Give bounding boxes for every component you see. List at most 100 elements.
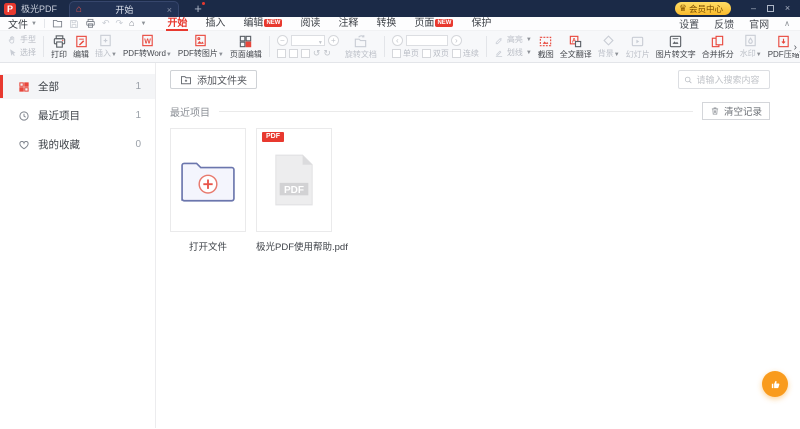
rotate-document-button[interactable]: 旋转文档: [342, 32, 380, 61]
add-folder-button[interactable]: 添加文件夹: [170, 70, 257, 89]
watermark-button[interactable]: 水印▼: [737, 32, 765, 61]
new-tab-button[interactable]: +: [191, 2, 206, 15]
toolbar-expand-chevron[interactable]: ›: [791, 42, 799, 53]
open-file-card[interactable]: 打开文件: [170, 128, 246, 253]
toolbar: 手型 选择 打印 编辑 插入▼ W PDF转Word▼ PDF转图片▼ 页面编辑…: [0, 31, 800, 63]
insert-button[interactable]: 插入▼: [92, 32, 120, 61]
single-page-view-button[interactable]: 单页: [391, 49, 419, 59]
divider: [219, 110, 693, 112]
search-box[interactable]: [678, 70, 770, 89]
tab-label: 开始: [115, 5, 134, 15]
background-button[interactable]: 背景▼: [595, 32, 623, 61]
zoom-controls: − ▼ + ↺ ↻: [274, 32, 342, 61]
chevron-down-icon[interactable]: ▼: [140, 21, 146, 27]
page-number-input[interactable]: [405, 34, 448, 46]
sidebar-item-favorites[interactable]: 我的收藏 0: [0, 132, 155, 157]
tab-annotate[interactable]: 注释: [329, 17, 367, 31]
divider: [43, 19, 45, 28]
member-center-button[interactable]: ♛ 会员中心: [674, 2, 731, 15]
highlight-pen-icon: [495, 37, 502, 45]
edit-button[interactable]: 编辑: [70, 32, 92, 61]
actual-size-button[interactable]: [276, 49, 286, 58]
word-document-icon: W: [142, 34, 153, 47]
next-page-button[interactable]: ›: [450, 34, 462, 46]
select-tool-button[interactable]: 选择: [7, 48, 36, 58]
fit-width-button[interactable]: [300, 49, 310, 58]
card-label: 打开文件: [188, 242, 227, 253]
single-page-icon: [391, 49, 401, 58]
sidebar-item-count: 0: [135, 139, 141, 150]
underline-button[interactable]: 划线 ▼: [494, 48, 532, 58]
redo-icon[interactable]: ↷: [116, 19, 124, 28]
tab-protect[interactable]: 保护: [462, 17, 500, 31]
file-menu-label: 文件: [8, 20, 28, 31]
merge-split-button[interactable]: 合并拆分: [699, 32, 737, 61]
hand-tool-button[interactable]: 手型: [7, 35, 36, 45]
tab-edit[interactable]: 编辑 NEW: [234, 17, 291, 31]
file-menu[interactable]: 文件 ▼: [8, 16, 37, 31]
caret-icon: ▼: [317, 40, 323, 46]
folder-plus-icon: [181, 75, 191, 84]
zoom-out-button[interactable]: −: [276, 35, 288, 46]
undo-icon[interactable]: ↶: [102, 19, 110, 28]
tab-convert[interactable]: 转换: [367, 17, 405, 31]
home-icon[interactable]: ⌂: [129, 19, 134, 28]
rotate-right-icon[interactable]: ↻: [323, 49, 331, 58]
screenshot-button[interactable]: 截图: [535, 32, 557, 61]
maximize-button[interactable]: [762, 0, 779, 17]
settings-button[interactable]: 设置: [679, 16, 699, 31]
pointer-tools: 手型 选择: [4, 32, 39, 61]
sidebar-item-all[interactable]: 全部 1: [0, 74, 155, 99]
official-site-button[interactable]: 官网: [749, 16, 769, 31]
sidebar-item-recent[interactable]: 最近项目 1: [0, 103, 155, 128]
image-document-icon: [195, 34, 207, 47]
collapse-ribbon-icon[interactable]: ∧: [784, 19, 790, 28]
previous-page-button[interactable]: ‹: [391, 34, 403, 46]
ribbon-tabs: 开始 插入 编辑 NEW 阅读 注释 转换 页面 NEW 保护: [158, 17, 500, 31]
save-icon[interactable]: [69, 19, 79, 29]
section-header: 最近项目 清空记录: [170, 102, 770, 120]
tab-page[interactable]: 页面 NEW: [405, 17, 462, 31]
highlight-button[interactable]: 高亮 ▼: [494, 35, 532, 45]
tab-close-icon[interactable]: ×: [167, 5, 172, 15]
full-text-translate-button[interactable]: A 全文翻译: [557, 32, 595, 61]
fit-page-button[interactable]: [288, 49, 298, 58]
zoom-level-combobox[interactable]: ▼: [290, 35, 325, 46]
tab-home[interactable]: 开始: [158, 17, 196, 31]
document-tab-home[interactable]: ⌂ 开始 ×: [69, 1, 180, 17]
clear-records-button[interactable]: 清空记录: [701, 102, 770, 120]
clock-icon: [18, 110, 30, 122]
caret-icon: ▼: [613, 52, 620, 58]
app-window: P 极光PDF ⌂ 开始 × + ♛ 会员中心 – × 文件 ▼ ↶ ↷ ⌂ ▼…: [0, 0, 800, 429]
open-file-icon[interactable]: [52, 18, 63, 29]
tab-insert[interactable]: 插入: [196, 17, 234, 31]
pdf-file-card[interactable]: PDF PDF 极光PDF使用帮助.pdf: [256, 128, 348, 253]
heart-icon: [18, 139, 30, 151]
pdf-to-word-button[interactable]: W PDF转Word▼: [120, 32, 175, 61]
slideshow-play-icon: [632, 36, 644, 47]
minimize-button[interactable]: –: [745, 0, 762, 17]
image-to-text-button[interactable]: 图片转文字: [653, 32, 699, 61]
continuous-view-button[interactable]: 连续: [451, 49, 479, 59]
feedback-fab-button[interactable]: [762, 371, 788, 397]
title-bar: P 极光PDF ⌂ 开始 × + ♛ 会员中心 – ×: [0, 0, 800, 17]
search-input[interactable]: [696, 74, 764, 85]
pdf-to-image-button[interactable]: PDF转图片▼: [175, 32, 227, 61]
page-edit-button[interactable]: 页面编辑: [227, 32, 265, 61]
zoom-in-button[interactable]: +: [327, 35, 339, 46]
print-button[interactable]: 打印: [48, 32, 70, 61]
close-button[interactable]: ×: [779, 0, 796, 17]
continuous-icon: [451, 49, 461, 58]
sidebar-item-label: 全部: [38, 81, 59, 93]
rotate-left-icon[interactable]: ↺: [313, 49, 321, 58]
feedback-button[interactable]: 反馈: [714, 16, 734, 31]
print-icon[interactable]: [85, 18, 96, 29]
edit-document-icon: [75, 35, 87, 48]
slideshow-button[interactable]: 幻灯片: [623, 32, 653, 61]
cursor-icon: [10, 49, 16, 56]
tab-read[interactable]: 阅读: [291, 17, 329, 31]
menu-bar: 文件 ▼ ↶ ↷ ⌂ ▼ 开始 插入 编辑 NEW 阅读 注释 转换 页面 NEW …: [0, 17, 800, 31]
double-page-view-button[interactable]: 双页: [421, 49, 449, 59]
sidebar: 全部 1 最近项目 1 我的收藏 0: [0, 63, 156, 428]
caret-icon: ▼: [525, 37, 532, 43]
